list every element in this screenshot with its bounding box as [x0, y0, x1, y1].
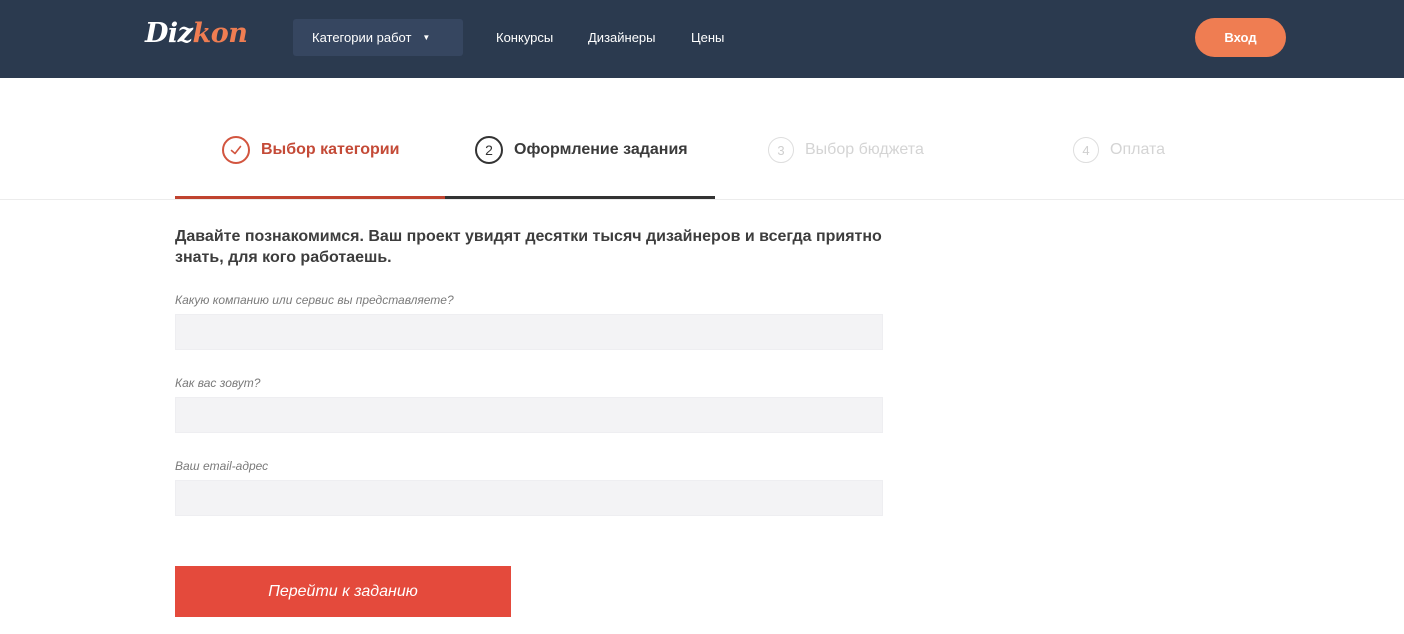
step-budget: 3 Выбор бюджета	[768, 137, 924, 163]
nav-link-designers[interactable]: Дизайнеры	[588, 30, 656, 45]
login-button[interactable]: Вход	[1195, 18, 1286, 57]
company-field-label: Какую компанию или сервис вы представляе…	[175, 293, 454, 307]
step-budget-label: Выбор бюджета	[805, 141, 924, 158]
step-category-label: Выбор категории	[261, 141, 400, 158]
intro-text: Давайте познакомимся. Ваш проект увидят …	[175, 228, 882, 266]
categories-dropdown[interactable]: Категории работ ▼	[293, 19, 463, 56]
name-field-label: Как вас зовут?	[175, 376, 261, 390]
steps-divider	[0, 199, 1404, 200]
top-navbar: Dizkon Категории работ ▼ Конкурсы Дизайн…	[0, 0, 1404, 78]
logo-text-orange: kon	[192, 18, 248, 49]
step-task-number: 2	[475, 136, 503, 164]
checkmark-icon	[222, 136, 250, 164]
step-payment-number: 4	[1073, 137, 1099, 163]
nav-link-prices[interactable]: Цены	[691, 30, 724, 45]
step-payment-label: Оплата	[1110, 141, 1166, 158]
caret-down-icon: ▼	[422, 32, 431, 42]
name-input[interactable]	[175, 397, 883, 433]
company-input[interactable]	[175, 314, 883, 350]
dizkon-logo[interactable]: Dizkon	[145, 18, 248, 49]
logo-text-white: Diz	[145, 18, 193, 49]
step-task-label: Оформление задания	[514, 141, 688, 158]
email-field-label: Ваш email-адрес	[175, 459, 269, 473]
go-to-task-button[interactable]: Перейти к заданию	[175, 566, 511, 617]
nav-link-contests[interactable]: Конкурсы	[496, 30, 553, 45]
email-input[interactable]	[175, 480, 883, 516]
step-category-progress-bar	[175, 196, 445, 199]
step-payment: 4 Оплата	[1073, 137, 1165, 163]
step-task-progress-bar	[445, 196, 715, 199]
step-category[interactable]: Выбор категории	[222, 136, 399, 164]
step-budget-number: 3	[768, 137, 794, 163]
categories-dropdown-label: Категории работ	[312, 30, 412, 45]
step-task[interactable]: 2 Оформление задания	[475, 136, 688, 164]
